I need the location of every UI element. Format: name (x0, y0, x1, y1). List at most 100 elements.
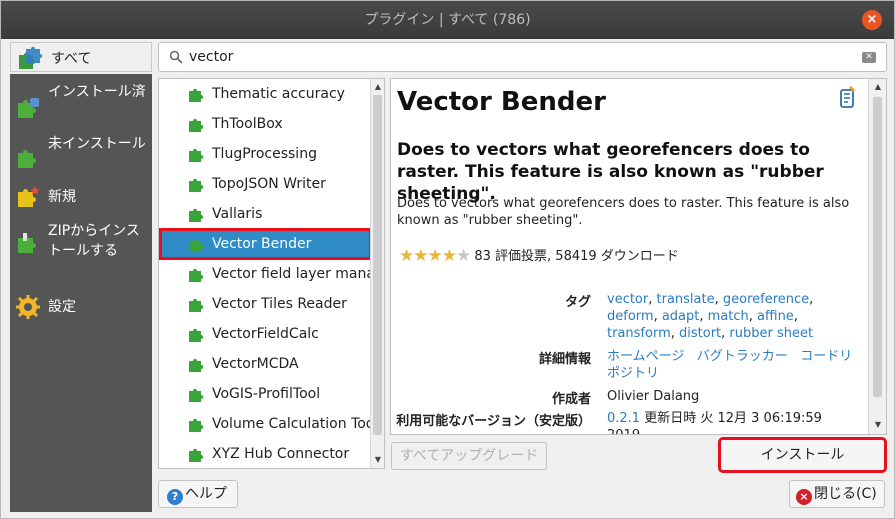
plugin-puzzle-icon (189, 238, 204, 252)
sidebar-item-not-installed[interactable]: 未インストール (10, 134, 152, 178)
sidebar-item-new[interactable]: 新規 (10, 186, 152, 213)
scroll-up-arrow-icon[interactable]: ▲ (372, 81, 384, 93)
plugin-puzzle-icon (189, 118, 204, 132)
tag-link[interactable]: rubber sheet (729, 326, 813, 341)
list-item-label: ThToolBox (212, 116, 283, 132)
list-item[interactable]: Vallaris (160, 199, 371, 229)
zip-install-icon (18, 233, 36, 253)
help-button[interactable]: ? ヘルプ (158, 480, 238, 508)
plugin-rating: ★★★★★ 83 評価投票, 58419 ダウンロード (399, 245, 679, 266)
help-icon: ? (167, 489, 183, 505)
more-info-label: 詳細情報 (538, 352, 591, 367)
scrollbar-thumb[interactable] (873, 97, 882, 397)
available-version-value: 0.2.1 更新日時 火 12月 3 06:19:59 2019 (607, 410, 862, 434)
author-value: Olivier Dalang (607, 389, 700, 404)
scrollbar-thumb[interactable] (373, 95, 382, 435)
close-dialog-button[interactable]: × 閉じる(C) (789, 480, 885, 508)
scroll-down-arrow-icon[interactable]: ▼ (872, 419, 884, 431)
list-item[interactable]: TlugProcessing (160, 139, 371, 169)
sidebar-item-settings[interactable]: 設定 (10, 295, 152, 323)
plugin-puzzle-icon (189, 208, 204, 222)
tag-link[interactable]: translate (657, 292, 715, 307)
new-puzzle-icon (18, 186, 40, 207)
list-item-label: XYZ Hub Connector (212, 446, 350, 462)
help-button-label: ヘルプ (185, 486, 227, 502)
list-item-selected[interactable]: Vector Bender (159, 228, 372, 260)
list-item-label: Vector Tiles Reader (212, 296, 347, 312)
tag-link[interactable]: deform (607, 309, 654, 324)
tag-link[interactable]: adapt (662, 309, 700, 324)
sidebar-item-new-label: 新規 (48, 189, 76, 205)
plugin-list[interactable]: Thematic accuracy ThToolBox TlugProcessi… (158, 78, 385, 469)
search-input[interactable] (189, 47, 839, 67)
list-item-label: VectorMCDA (212, 356, 299, 372)
list-item-label: Vector Bender (212, 236, 312, 252)
list-item[interactable]: VoGIS-ProfilTool (160, 379, 371, 409)
tags-label: タグ (564, 295, 591, 310)
list-item[interactable]: ThToolBox (160, 109, 371, 139)
sidebar-item-not-installed-label: 未インストール (48, 136, 146, 152)
list-item-label: VectorFieldCalc (212, 326, 319, 342)
list-item-label: TlugProcessing (212, 146, 317, 162)
homepage-link[interactable]: ホームページ (607, 349, 684, 364)
tag-link[interactable]: distort (679, 326, 721, 341)
plugin-detail-panel: Vector Bender Does to vectors what geore… (390, 78, 887, 435)
list-item-label: Volume Calculation Too (212, 416, 371, 432)
sidebar-item-zip-install-label: ZIPからインストールする (48, 223, 140, 259)
list-item[interactable]: Thematic accuracy (160, 79, 371, 109)
list-item-label: VoGIS-ProfilTool (212, 386, 321, 402)
installed-puzzle-icon (18, 98, 39, 118)
tags-value: vector, translate, georeference, deform,… (607, 292, 814, 341)
sidebar-item-all[interactable]: すべて (10, 42, 152, 72)
plugin-puzzle-icon (189, 448, 204, 462)
plugin-manager-window: プラグイン | すべて (786) × すべて インストール済 未インストール (0, 0, 895, 519)
tag-link[interactable]: transform (607, 326, 671, 341)
list-item[interactable]: TopoJSON Writer (160, 169, 371, 199)
list-item[interactable]: VectorFieldCalc (160, 319, 371, 349)
tag-link[interactable]: affine (757, 309, 794, 324)
list-item[interactable]: Vector Tiles Reader (160, 289, 371, 319)
settings-gear-icon (16, 295, 40, 319)
title-bar: プラグイン | すべて (786) × (1, 1, 894, 39)
list-item-label: Vallaris (212, 206, 263, 222)
tag-link[interactable]: vector (607, 292, 648, 307)
clear-search-icon[interactable]: ✕ (862, 52, 876, 63)
plugin-puzzle-icon (189, 388, 204, 402)
upgrade-all-button[interactable]: すべてアップグレード (391, 442, 547, 470)
list-item-label: TopoJSON Writer (212, 176, 326, 192)
close-button-label: 閉じる(C) (814, 486, 877, 502)
plugin-list-scrollbar[interactable]: ▲ ▼ (370, 79, 384, 468)
version-link[interactable]: 0.2.1 (607, 411, 640, 426)
search-field[interactable]: ✕ (158, 42, 887, 72)
sidebar-item-installed-label: インストール済 (48, 84, 146, 100)
rating-stars-icon: ★★★★★ (399, 246, 471, 266)
not-installed-puzzle-icon (18, 150, 36, 168)
scroll-up-arrow-icon[interactable]: ▲ (872, 81, 884, 93)
plugin-puzzle-icon (189, 148, 204, 162)
search-icon (169, 50, 183, 64)
plugin-name: Vector Bender (397, 87, 606, 117)
bug-tracker-link[interactable]: バグトラッカー (697, 349, 788, 364)
window-title: プラグイン | すべて (786) (364, 12, 531, 28)
sidebar: インストール済 未インストール 新規 ZIPからインストールする 設定 (10, 74, 152, 512)
install-button[interactable]: インストール (718, 437, 887, 473)
list-item[interactable]: Volume Calculation Too (160, 409, 371, 439)
plugin-description: Does to vectors what georefencers does t… (397, 196, 850, 228)
list-item[interactable]: Vector field layer mana (160, 259, 371, 289)
author-label: 作成者 (551, 392, 591, 407)
sidebar-item-settings-label: 設定 (48, 299, 76, 315)
window-close-button[interactable]: × (862, 10, 882, 30)
sidebar-item-zip-install[interactable]: ZIPからインストールする (10, 221, 152, 265)
tag-link[interactable]: match (708, 309, 749, 324)
sidebar-item-installed[interactable]: インストール済 (10, 82, 152, 126)
scroll-down-arrow-icon[interactable]: ▼ (372, 454, 384, 466)
list-item-label: Vector field layer mana (212, 266, 371, 282)
plugin-puzzle-icon (189, 268, 204, 282)
sidebar-item-all-label: すべて (51, 51, 92, 67)
list-item-label: Thematic accuracy (212, 86, 345, 102)
detail-scrollbar[interactable]: ▲ ▼ (868, 79, 886, 434)
tag-link[interactable]: georeference (723, 292, 809, 307)
list-item[interactable]: XYZ Hub Connector (160, 439, 371, 468)
list-item[interactable]: VectorMCDA (160, 349, 371, 379)
updated-text: 更新日時 火 12月 3 06:19:59 (644, 411, 822, 426)
